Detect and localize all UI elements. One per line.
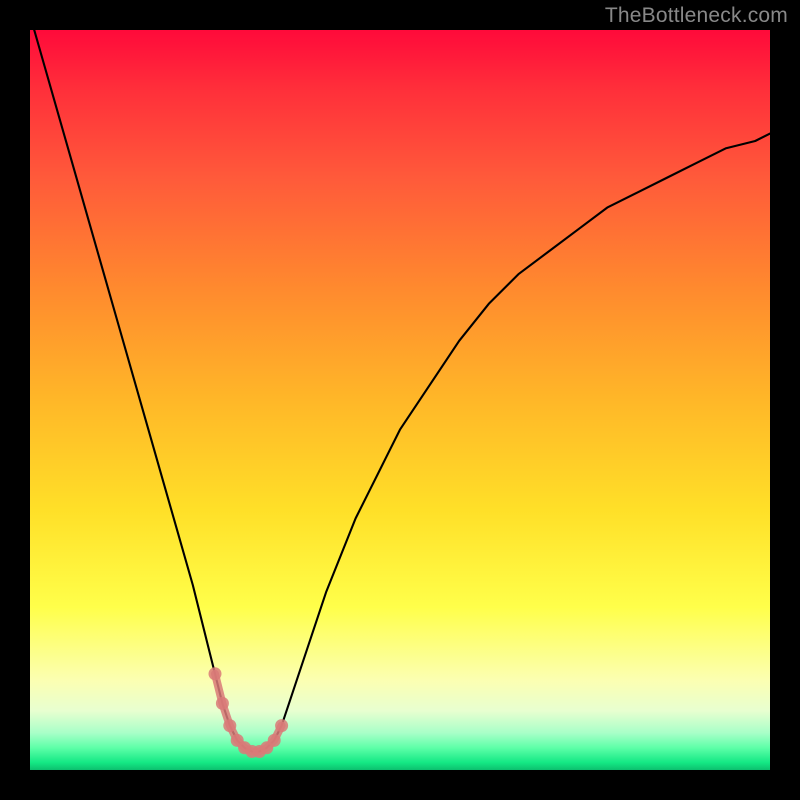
watermark: TheBottleneck.com <box>605 4 788 28</box>
marker-point <box>216 697 229 710</box>
bottleneck-curve <box>30 30 770 751</box>
plot-area <box>30 30 770 770</box>
marker-point <box>268 734 281 747</box>
marker-point <box>223 719 236 732</box>
chart-frame: TheBottleneck.com <box>0 0 800 800</box>
marker-point <box>209 667 222 680</box>
chart-svg <box>30 30 770 770</box>
marker-point <box>275 719 288 732</box>
